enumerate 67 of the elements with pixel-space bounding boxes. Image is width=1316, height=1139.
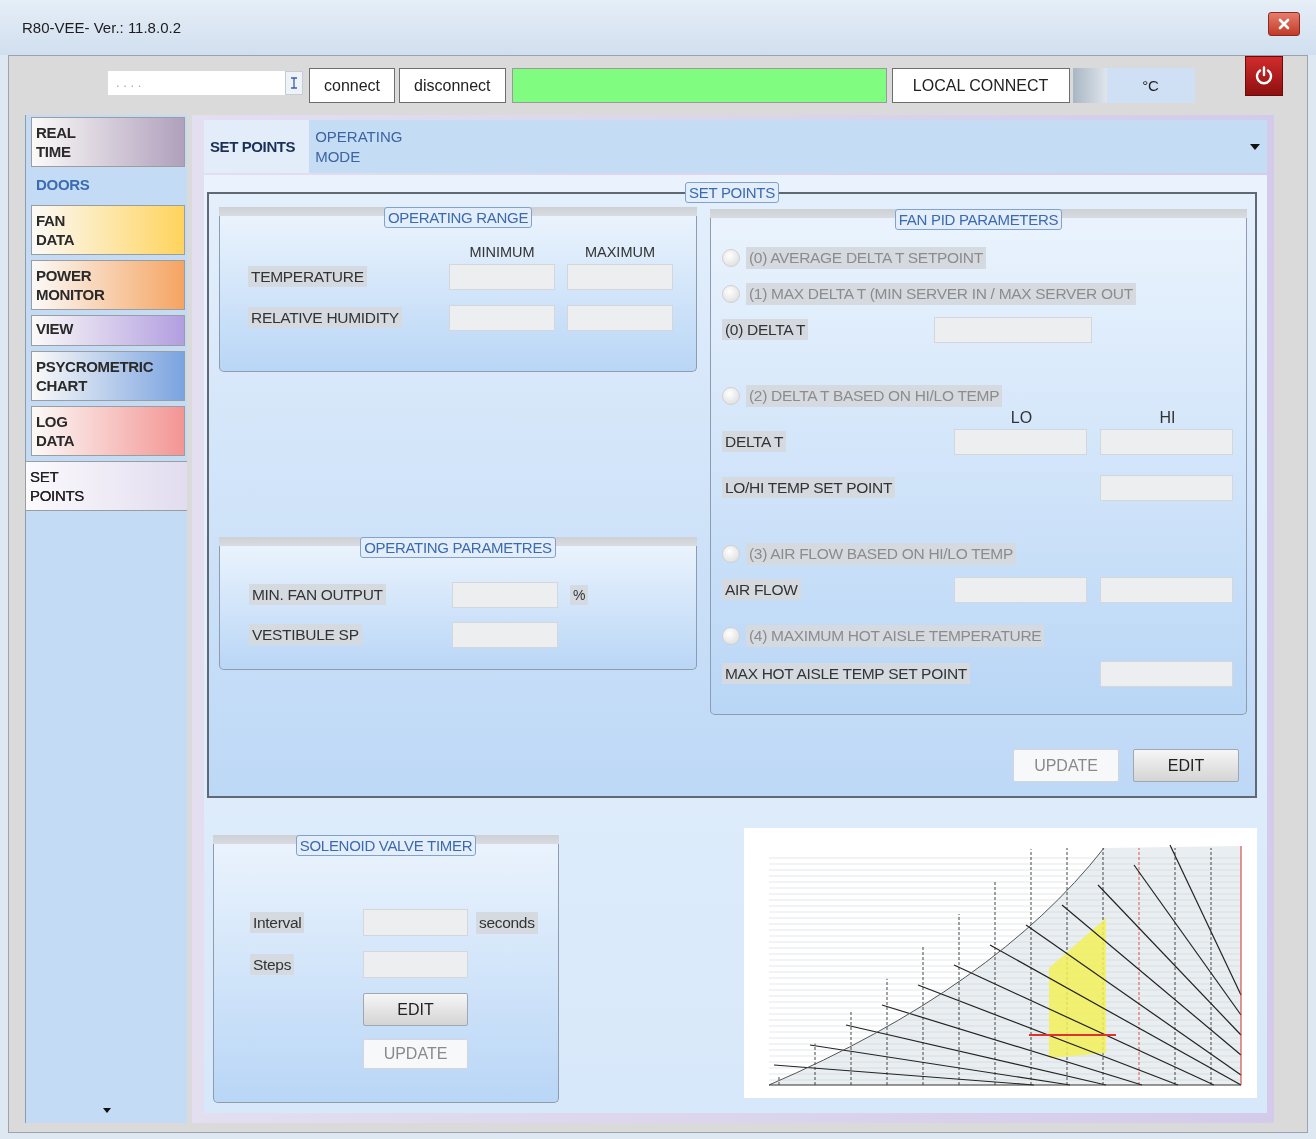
- column-header: MINIMUM: [468, 244, 536, 260]
- field-label: RELATIVE HUMIDITY: [248, 307, 402, 328]
- input-field[interactable]: [1100, 577, 1233, 603]
- tab[interactable]: OPERATING MODE: [309, 120, 434, 173]
- group-title: OPERATING RANGE: [383, 207, 533, 228]
- input-field[interactable]: [1100, 661, 1233, 687]
- window-title: R80-VEE- Ver.: 11.8.0.2: [22, 19, 181, 36]
- sidebar-tab[interactable]: FAN DATA: [31, 205, 185, 255]
- option-label: (1) MAX DELTA T (MIN SERVER IN / MAX SERVER OUT: [746, 283, 1136, 305]
- column-header: MAXIMUM: [583, 244, 657, 260]
- column-header: HI: [1158, 411, 1177, 425]
- sidebar-tab[interactable]: VIEW: [31, 315, 185, 346]
- tab[interactable]: SET POINTS: [204, 120, 310, 173]
- text-cursor-button[interactable]: [285, 70, 303, 95]
- input-field[interactable]: [1100, 475, 1233, 501]
- field-label: MIN. FAN OUTPUT: [249, 584, 386, 605]
- input-field[interactable]: [1100, 429, 1233, 455]
- input-field[interactable]: [452, 622, 558, 648]
- close-icon: [1278, 17, 1290, 30]
- sidebar-tab[interactable]: REAL TIME: [31, 117, 185, 167]
- option-label: (0) AVERAGE DELTA T SETPOINT: [746, 247, 986, 269]
- unit-label: seconds: [476, 911, 538, 934]
- option-label: (3) AIR FLOW BASED ON HI/LO TEMP: [746, 543, 1016, 565]
- sidebar-tab[interactable]: SET POINTS: [25, 461, 187, 511]
- disconnect-button[interactable]: disconnect: [399, 68, 506, 103]
- input-field[interactable]: [954, 577, 1087, 603]
- field-label: AIR FLOW: [722, 579, 801, 600]
- sidebar-tab[interactable]: PSYCROMETRIC CHART: [31, 351, 185, 401]
- power-button[interactable]: [1245, 56, 1283, 96]
- power-icon: [1254, 66, 1274, 86]
- field-label: MAX HOT AISLE TEMP SET POINT: [722, 663, 970, 684]
- unit-button[interactable]: °C: [1106, 68, 1195, 103]
- input-field[interactable]: [452, 582, 558, 608]
- option-label: (2) DELTA T BASED ON HI/LO TEMP: [746, 385, 1003, 407]
- local-connect-button[interactable]: LOCAL CONNECT: [891, 68, 1070, 103]
- field-label: Interval: [250, 911, 305, 933]
- input-field[interactable]: [567, 264, 673, 290]
- input-field[interactable]: [567, 305, 673, 331]
- input-field[interactable]: [934, 317, 1092, 343]
- group-title: FAN PID PARAMETERS: [894, 209, 1063, 230]
- sidebar-tab[interactable]: DOORS: [31, 172, 185, 199]
- toggle-button[interactable]: [1072, 68, 1107, 103]
- group-title: SET POINTS: [685, 182, 779, 203]
- field-label: VESTIBULE SP: [249, 624, 362, 645]
- field-label: (0) DELTA T: [722, 319, 809, 340]
- group-title: SOLENOID VALVE TIMER: [295, 835, 477, 856]
- unit-label: %: [570, 585, 589, 605]
- text-cursor-icon: [290, 76, 298, 89]
- sidebar-tab[interactable]: POWER MONITOR: [31, 260, 185, 310]
- input-field[interactable]: [449, 305, 555, 331]
- option-label: (4) MAXIMUM HOT AISLE TEMPERATURE: [746, 625, 1045, 647]
- field-label: LO/HI TEMP SET POINT: [722, 477, 896, 498]
- field-label: TEMPERATURE: [248, 266, 367, 287]
- input-field[interactable]: [363, 909, 468, 936]
- group-title: OPERATING PARAMETRES: [360, 537, 556, 558]
- input-field[interactable]: [363, 951, 468, 978]
- sidebar-tab[interactable]: LOG DATA: [31, 406, 185, 456]
- connect-button[interactable]: connect: [309, 68, 396, 103]
- close-button[interactable]: [1268, 11, 1300, 36]
- field-label: DELTA T: [722, 431, 787, 452]
- input-field[interactable]: [449, 264, 555, 290]
- caret-icon[interactable]: [1249, 142, 1261, 151]
- field-label: Steps: [250, 953, 295, 975]
- action-button[interactable]: EDIT: [363, 993, 468, 1026]
- column-header: LO: [1009, 411, 1034, 425]
- input-field[interactable]: [954, 429, 1087, 455]
- action-button[interactable]: EDIT: [1133, 749, 1239, 782]
